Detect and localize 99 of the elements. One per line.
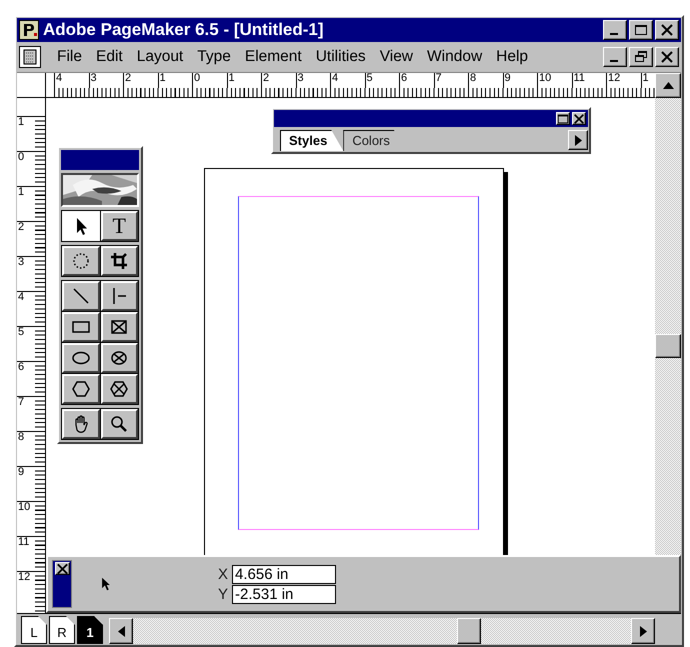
tool-button[interactable] xyxy=(100,281,138,311)
close-button[interactable] xyxy=(572,112,586,125)
menu-item[interactable]: Layout xyxy=(130,45,190,69)
menu-item[interactable]: Type xyxy=(191,45,237,69)
ruler-label: 6 xyxy=(400,73,408,86)
page-icon[interactable]: 1 xyxy=(77,616,103,644)
app-icon xyxy=(19,20,39,40)
ruler-label: 12 xyxy=(17,572,32,583)
tool-button[interactable] xyxy=(62,312,100,342)
ruler-label: 4 xyxy=(55,73,62,86)
ruler-label: 2 xyxy=(262,73,270,86)
ruler-label: 10 xyxy=(538,73,552,86)
ruler-label: 7 xyxy=(434,73,442,86)
tool-button[interactable] xyxy=(100,343,138,373)
ruler-label: 1 xyxy=(17,117,26,128)
minimize-button[interactable] xyxy=(603,47,627,67)
ruler-label: 7 xyxy=(17,397,26,408)
ruler-label: 3 xyxy=(90,73,97,86)
magnifier-icon xyxy=(109,414,130,434)
ruler-label: 2 xyxy=(17,222,26,233)
ruler-label: 12 xyxy=(607,73,620,86)
diagonal-line-icon xyxy=(70,286,91,306)
tool-button[interactable] xyxy=(100,409,138,439)
tool-button[interactable] xyxy=(62,246,100,276)
hexagon-icon xyxy=(70,379,91,399)
ruler-label: 4 xyxy=(17,292,26,303)
coordinate-field[interactable]: -2.531 in xyxy=(232,584,336,604)
tool-button[interactable] xyxy=(100,374,138,404)
ruler-label: 8 xyxy=(17,432,26,443)
tool-button[interactable] xyxy=(62,374,100,404)
crop-icon xyxy=(109,251,130,271)
tool-glyph: T xyxy=(112,215,126,237)
palette-tab[interactable]: Styles xyxy=(280,130,344,151)
ruler-label: 9 xyxy=(17,467,26,478)
close-icon xyxy=(660,24,674,36)
dotted-circle-icon xyxy=(70,251,91,271)
scroll-up-button[interactable] xyxy=(655,73,681,98)
restore-button[interactable] xyxy=(556,112,570,125)
maximize-icon xyxy=(557,112,569,124)
ruler-label: 4 xyxy=(331,73,338,86)
minimize-button[interactable] xyxy=(603,20,627,40)
ruler-label: 8 xyxy=(469,73,476,86)
tool-button[interactable] xyxy=(62,211,100,241)
ruler-label: 11 xyxy=(572,73,585,86)
close-icon xyxy=(660,51,674,63)
minimize-icon xyxy=(610,33,618,35)
menu-item[interactable]: Window xyxy=(421,45,488,69)
triangle-right-icon xyxy=(640,626,646,636)
maximize-icon xyxy=(634,24,648,36)
restore-button[interactable] xyxy=(629,47,653,67)
menu-item[interactable]: Edit xyxy=(90,45,129,69)
restore-icon xyxy=(634,51,648,63)
ruler-label: 10 xyxy=(17,502,32,513)
coordinate-label: Y xyxy=(218,586,230,602)
coordinate-label: X xyxy=(218,566,230,582)
ruler-label: 5 xyxy=(17,327,26,338)
minimize-icon xyxy=(610,60,618,62)
ruler-label: 1 xyxy=(228,73,235,86)
scroll-thumb[interactable] xyxy=(457,618,481,644)
menu-item[interactable]: View xyxy=(374,45,420,69)
scroll-thumb[interactable] xyxy=(655,334,681,358)
close-icon xyxy=(573,112,585,124)
ruler-label: 1 xyxy=(642,73,649,86)
triangle-left-icon xyxy=(118,626,124,636)
close-icon xyxy=(56,562,68,574)
ruler-label: 1 xyxy=(17,187,26,198)
tool-button[interactable] xyxy=(62,409,100,439)
close-button[interactable] xyxy=(54,562,70,575)
maximize-button[interactable] xyxy=(629,20,653,40)
ruler-label: 0 xyxy=(193,73,200,86)
page-icon[interactable]: L xyxy=(21,616,47,644)
page-icon[interactable]: R xyxy=(49,616,75,644)
ruler-label: 11 xyxy=(17,537,30,548)
triangle-right-icon xyxy=(574,134,582,146)
window-title: Adobe PageMaker 6.5 - [Untitled-1] xyxy=(43,19,325,42)
ruler-label: 0 xyxy=(17,152,26,163)
ruler-label: 1 xyxy=(158,73,166,86)
menu-item[interactable]: Element xyxy=(238,45,308,69)
palette-menu-button[interactable] xyxy=(568,130,588,150)
document-menu-icon[interactable] xyxy=(19,46,41,68)
ruler-label: 3 xyxy=(17,257,26,268)
ruler-label: 6 xyxy=(17,362,26,373)
hexagon-frame-icon xyxy=(109,379,130,399)
triangle-up-icon xyxy=(662,82,674,89)
ruler-label: 5 xyxy=(366,73,373,86)
tool-button[interactable] xyxy=(100,246,138,276)
tool-button[interactable] xyxy=(100,312,138,342)
tool-button[interactable]: T xyxy=(100,211,138,241)
menu-item[interactable]: Help xyxy=(490,45,534,69)
menu-item[interactable]: File xyxy=(51,45,88,69)
ruler-label: 3 xyxy=(296,73,304,86)
ruler-label: 9 xyxy=(504,73,511,86)
tool-button[interactable] xyxy=(62,343,100,373)
menu-item[interactable]: Utilities xyxy=(310,45,372,69)
tool-button[interactable] xyxy=(62,281,100,311)
ruler-label: 2 xyxy=(124,73,132,86)
scroll-left-button[interactable] xyxy=(109,618,133,644)
scroll-right-button[interactable] xyxy=(631,618,655,644)
coordinate-field[interactable]: 4.656 in xyxy=(232,564,336,584)
